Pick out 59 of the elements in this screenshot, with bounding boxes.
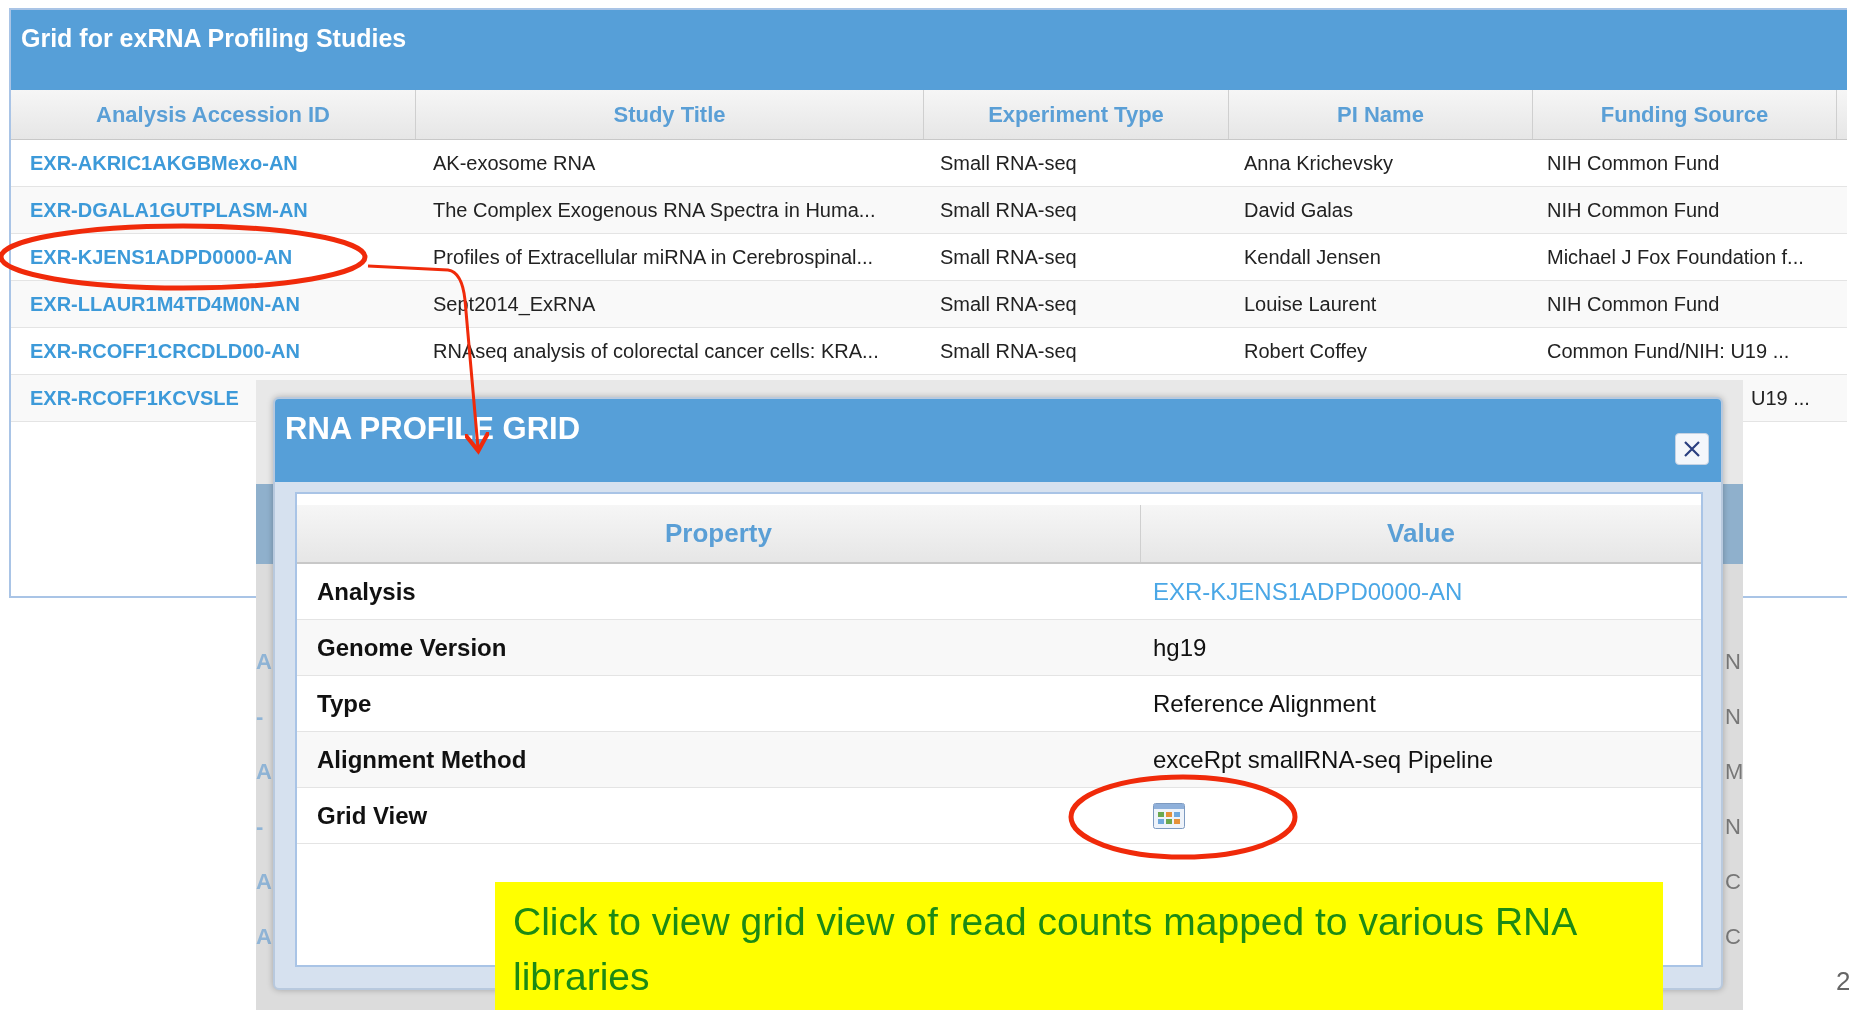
property-label: Grid View (317, 801, 428, 830)
table-cell: NIH Common Fund (1547, 292, 1720, 316)
cut-off-text: - (256, 703, 265, 731)
column-header[interactable]: Property (297, 505, 1141, 562)
close-icon (1682, 439, 1702, 459)
table-cell: Kendall Jensen (1244, 245, 1381, 269)
table-cell: David Galas (1244, 198, 1353, 222)
table-cell: Louise Laurent (1244, 292, 1377, 316)
column-header[interactable]: Experiment Type (924, 90, 1229, 139)
accession-link[interactable]: EXR-RCOFF1KCVSLE (30, 386, 239, 410)
accession-link[interactable]: EXR-LLAUR1M4TD4M0N-AN (30, 292, 300, 316)
property-value: Reference Alignment (1153, 689, 1376, 718)
table-cell: Small RNA-seq (940, 339, 1077, 363)
cut-off-text: C (1725, 868, 1742, 896)
column-header[interactable]: Funding Source (1533, 90, 1837, 139)
cut-off-text: N (1725, 703, 1742, 731)
cut-off-text: A (256, 868, 273, 896)
table-cell: The Complex Exogenous RNA Spectra in Huma... (433, 198, 876, 222)
cut-off-text: M (1725, 758, 1743, 786)
callout-text: Click to view grid view of read counts mapped to various RNA libraries (513, 899, 1577, 1000)
property-label: Alignment Method (317, 745, 527, 774)
grid-title: Grid for exRNA Profiling Studies (21, 24, 407, 52)
table-cell: Small RNA-seq (940, 292, 1077, 316)
column-header[interactable]: Analysis Accession ID (11, 90, 416, 139)
table-cell: Small RNA-seq (940, 151, 1077, 175)
table-cell: NIH Common Fund (1547, 198, 1720, 222)
table-cell: Small RNA-seq (940, 198, 1077, 222)
cut-off-text: N (1725, 648, 1742, 676)
cut-off-text: A (256, 758, 273, 786)
cut-off-text: A (256, 648, 273, 676)
property-label: Type (317, 689, 372, 718)
table-cell: Michael J Fox Foundation f... (1547, 245, 1804, 269)
property-value: exceRpt smallRNA-seq Pipeline (1153, 745, 1494, 774)
property-value: hg19 (1153, 633, 1207, 662)
analysis-link[interactable]: EXR-KJENS1ADPD0000-AN (1153, 577, 1463, 606)
table-cell: NIH Common Fund (1547, 151, 1720, 175)
column-header[interactable]: Value (1141, 505, 1701, 562)
table-cell: Robert Coffey (1244, 339, 1368, 363)
table-cell: Small RNA-seq (940, 245, 1077, 269)
close-button[interactable] (1675, 433, 1709, 465)
column-header[interactable]: Study Title (416, 90, 924, 139)
column-header[interactable]: PI Name (1229, 90, 1533, 139)
table-cell: U19 ... (1751, 386, 1810, 410)
accession-link[interactable]: EXR-AKRIC1AKGBMexo-AN (30, 151, 298, 175)
cut-off-text: A (256, 923, 273, 951)
table-cell: Common Fund/NIH: U19 ... (1547, 339, 1790, 363)
grid-view-icon[interactable] (1153, 802, 1185, 829)
cut-off-text: C (1725, 923, 1742, 951)
table-cell: AK-exosome RNA (433, 151, 596, 175)
property-label: Genome Version (317, 633, 507, 662)
table-cell: Anna Krichevsky (1244, 151, 1393, 175)
property-label: Analysis (317, 577, 416, 606)
cut-off-text: - (256, 813, 265, 841)
accession-link[interactable]: EXR-RCOFF1CRCDLD00-AN (30, 339, 300, 363)
table-cell: Profiles of Extracellular miRNA in Cerebrospinal... (433, 245, 874, 269)
accession-link[interactable]: EXR-DGALA1GUTPLASM-AN (30, 198, 308, 222)
cut-off-text: N (1725, 813, 1742, 841)
slide-number: 2 (1836, 966, 1849, 997)
accession-link[interactable]: EXR-KJENS1ADPD0000-AN (30, 245, 293, 269)
